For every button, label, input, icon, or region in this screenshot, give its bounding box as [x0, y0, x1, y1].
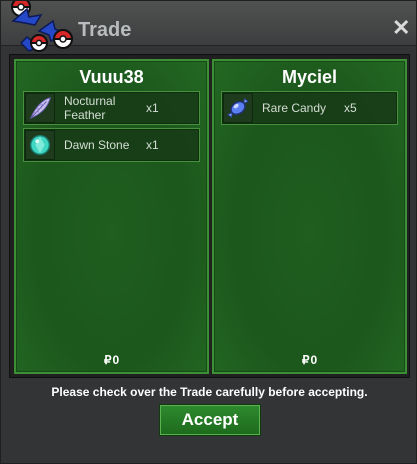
item-name: Rare Candy	[262, 101, 327, 115]
money-display: ₽0	[214, 353, 405, 367]
item-slot	[223, 93, 253, 123]
money-amount: 0	[310, 353, 318, 367]
close-icon[interactable]: ✕	[392, 17, 410, 39]
item-quantity: x5	[344, 101, 357, 115]
trader-name: Vuuu38	[79, 67, 144, 87]
item-name: Nocturnal Feather	[64, 94, 116, 122]
feather-icon	[29, 97, 51, 120]
money-display: ₽0	[16, 353, 207, 367]
money-amount: 0	[112, 353, 120, 367]
item-name: Dawn Stone	[64, 138, 130, 152]
trade-item[interactable]: Dawn Stone x1	[23, 128, 200, 162]
item-quantity: x1	[146, 101, 159, 115]
trade-item[interactable]: Nocturnal Feather x1	[23, 91, 200, 125]
currency-symbol: ₽	[301, 353, 310, 367]
item-slot	[25, 130, 55, 160]
item-slot	[25, 93, 55, 123]
trader-name: Myciel	[281, 67, 338, 87]
item-quantity: x1	[146, 138, 159, 152]
pokeball-cluster-icon	[10, 1, 74, 52]
trade-item[interactable]: Rare Candy x5	[221, 91, 398, 125]
trader-panel-right: Myciel Rare Candy x5 ₽0	[212, 59, 407, 374]
dawn-stone-icon	[29, 134, 51, 156]
title-bar[interactable]: Trade ✕	[1, 1, 416, 52]
accept-button[interactable]: Accept	[160, 405, 260, 435]
currency-symbol: ₽	[103, 353, 112, 367]
window-title: Trade	[78, 19, 132, 41]
trader-panel-left: Vuuu38 Nocturnal Feather x1 Dawn Stone x…	[14, 59, 209, 374]
trade-notice: Please check over the Trade carefully be…	[51, 385, 368, 399]
trade-window: Trade ✕ Vuuu38 Nocturnal Feather x1 Dawn…	[0, 0, 417, 464]
rare-candy-icon	[226, 97, 250, 119]
